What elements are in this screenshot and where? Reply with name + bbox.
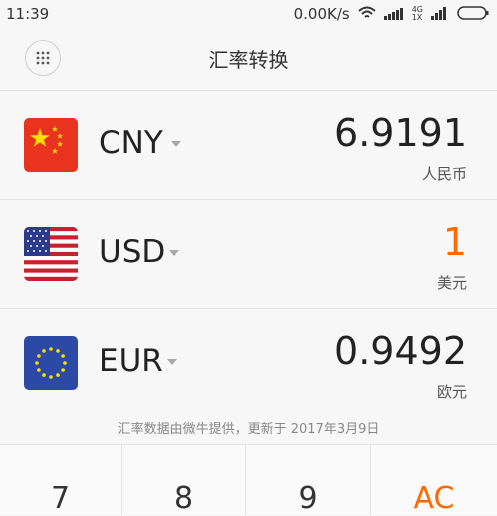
- key-9[interactable]: 9: [246, 445, 371, 516]
- data-source-note: 汇率数据由微牛提供，更新于 2017年3月9日: [117, 422, 380, 437]
- currency-value[interactable]: 6.9191: [334, 111, 467, 155]
- currency-row-usd[interactable]: USD 1 美元: [0, 199, 497, 308]
- currency-list: CNY 6.9191 人民币 USD 1 美元 EUR 0.9492 欧元: [0, 90, 497, 417]
- wifi-icon: [358, 5, 376, 24]
- currency-code[interactable]: USD: [99, 234, 165, 270]
- chevron-down-icon[interactable]: [169, 250, 179, 256]
- network-type-label: 4G 1X: [411, 5, 423, 22]
- app-header: 汇率转换: [0, 28, 497, 90]
- signal-icon-1: [383, 5, 404, 24]
- key-8[interactable]: 8: [122, 445, 246, 516]
- status-bar: 11:39 0.00K/s 4G 1X: [0, 0, 497, 28]
- currency-value-active[interactable]: 1: [443, 220, 467, 264]
- key-7[interactable]: 7: [0, 445, 122, 516]
- currency-row-cny[interactable]: CNY 6.9191 人民币: [0, 90, 497, 199]
- china-flag-icon: [24, 118, 78, 172]
- signal-icon-2: [431, 5, 449, 24]
- currency-code[interactable]: CNY: [99, 125, 163, 161]
- currency-name: 欧元: [436, 383, 467, 401]
- eu-flag-icon: [24, 336, 78, 390]
- status-time: 11:39: [6, 5, 50, 23]
- currency-row-eur[interactable]: EUR 0.9492 欧元: [0, 308, 497, 417]
- network-speed: 0.00K/s: [293, 5, 350, 23]
- currency-code[interactable]: EUR: [99, 343, 163, 379]
- us-flag-icon: [24, 227, 78, 281]
- battery-icon: [457, 5, 489, 24]
- page-title: 汇率转换: [208, 48, 289, 72]
- chevron-down-icon[interactable]: [167, 359, 177, 365]
- key-clear-all[interactable]: AC: [371, 445, 497, 516]
- currency-value[interactable]: 0.9492: [334, 329, 467, 373]
- status-icons: 0.00K/s 4G 1X: [294, 4, 489, 24]
- chevron-down-icon[interactable]: [171, 141, 181, 147]
- currency-name: 美元: [436, 274, 467, 292]
- keypad: 7 8 9 AC: [0, 444, 497, 516]
- currency-name: 人民币: [421, 165, 467, 183]
